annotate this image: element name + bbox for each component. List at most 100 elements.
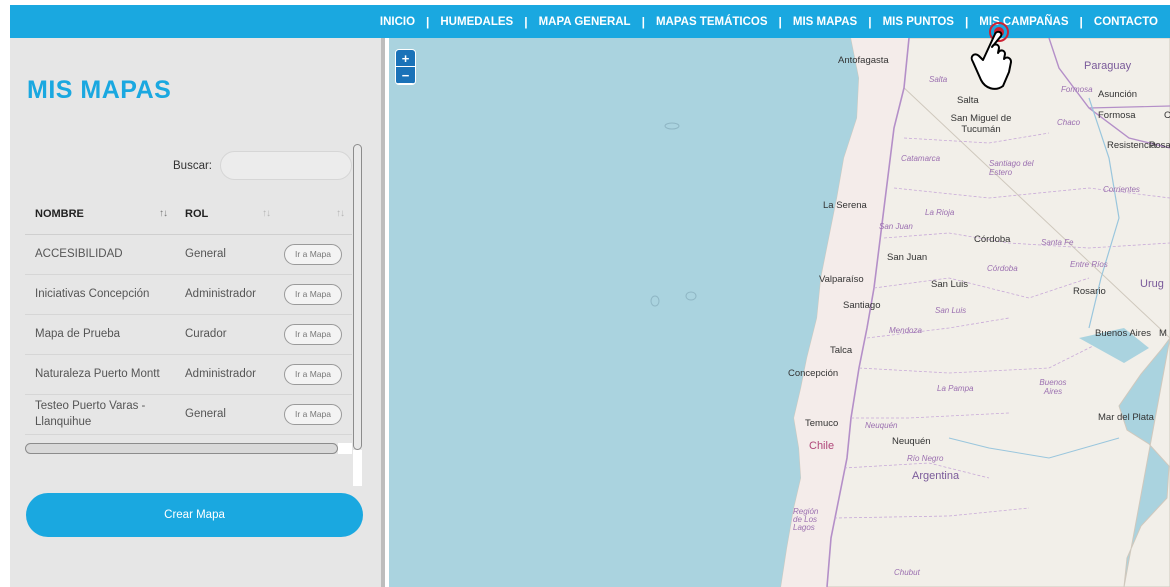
map-label-province: Santa Fe: [1041, 238, 1074, 247]
sort-arrows-icon[interactable]: ↑↓: [159, 208, 168, 219]
vertical-scrollbar[interactable]: [353, 144, 362, 450]
map-basemap: [650, 38, 1170, 587]
map-label-city: San Miguel de Tucumán: [950, 113, 1012, 135]
map-label-city: Mar del Plata: [1098, 412, 1154, 423]
map-label-country: Chile: [809, 440, 835, 452]
table-row: ACCESIBILIDAD General Ir a Mapa: [25, 234, 352, 275]
horizontal-scrollbar[interactable]: [25, 443, 338, 454]
nav-contacto[interactable]: CONTACTO: [1094, 16, 1158, 28]
nav-mapa-general[interactable]: MAPA GENERAL: [539, 16, 631, 28]
nav-separator: |: [524, 14, 528, 29]
map-label-country: Paraguay: [1084, 60, 1132, 72]
go-to-map-button[interactable]: Ir a Mapa: [284, 403, 342, 425]
map-label-city: San Juan: [887, 252, 928, 263]
map-label-city: Concepción: [788, 368, 839, 379]
nav-mis-puntos[interactable]: MIS PUNTOS: [883, 16, 954, 28]
map-role-cell: Administrador: [175, 354, 278, 395]
map-label-city: Valparaíso: [819, 274, 864, 285]
map-view[interactable]: + − Antofagasta Salta Salta Paraguay For…: [389, 38, 1170, 587]
search-row: Buscar:: [10, 151, 353, 181]
column-header-action[interactable]: ↑↓: [278, 195, 352, 235]
map-label-province: La Rioja: [925, 208, 955, 217]
nav-inicio[interactable]: INICIO: [380, 16, 415, 28]
table-row: Mapa de Prueba Curador Ir a Mapa: [25, 314, 352, 355]
column-header-rol[interactable]: ROL ↑↓: [175, 195, 278, 235]
nav-separator: |: [1079, 14, 1083, 29]
map-label-province: San Juan: [879, 222, 913, 231]
page-title: MIS MAPAS: [27, 76, 172, 104]
island: [685, 291, 697, 301]
column-header-label: ROL: [185, 208, 209, 221]
map-label-province: San Luis: [935, 306, 967, 315]
nav-mapas-tematicos[interactable]: MAPAS TEMÁTICOS: [656, 16, 768, 28]
map-role-cell: General: [175, 234, 278, 275]
map-label-province: La Pampa: [937, 384, 974, 393]
go-to-map-button[interactable]: Ir a Mapa: [284, 363, 342, 385]
maps-table-container: NOMBRE ↑↓ ROL ↑↓ ↑↓ ACCESIBILIDAD Genera…: [25, 195, 352, 453]
map-label-country: Argentina: [912, 470, 960, 482]
map-role-cell: General: [175, 394, 278, 435]
hand-pointer-icon: [970, 22, 1012, 90]
map-label-city: Antofagasta: [838, 55, 889, 66]
nav-separator: |: [868, 14, 872, 29]
map-label-city: Temuco: [805, 418, 839, 429]
map-label-province: Chubut: [894, 568, 920, 577]
map-label-city: Talca: [830, 345, 853, 356]
nav-separator: |: [778, 14, 782, 29]
map-name-cell: Testeo Puerto Varas - Llanquihue: [25, 394, 175, 435]
island: [664, 122, 680, 130]
table-header-row: NOMBRE ↑↓ ROL ↑↓ ↑↓: [25, 195, 352, 235]
nav-separator: |: [641, 14, 645, 29]
map-label-city: M: [1159, 328, 1167, 339]
sort-arrows-icon[interactable]: ↑↓: [262, 208, 271, 219]
nav-humedales[interactable]: HUMEDALES: [440, 16, 513, 28]
map-label-province: Catamarca: [901, 154, 941, 163]
sort-arrows-icon[interactable]: ↑↓: [336, 208, 345, 219]
map-label-province: Neuquén: [865, 421, 898, 430]
map-label-province: Formosa: [1061, 85, 1093, 94]
map-label-city: Buenos Aires: [1095, 328, 1151, 339]
map-name-cell: Iniciativas Concepción: [25, 274, 175, 315]
column-header-label: NOMBRE: [35, 208, 84, 221]
map-label-country: Urug: [1140, 278, 1164, 290]
map-name-cell: ACCESIBILIDAD: [25, 234, 175, 275]
nav-separator: |: [426, 14, 430, 29]
map-role-cell: Curador: [175, 314, 278, 355]
go-to-map-button[interactable]: Ir a Mapa: [284, 283, 342, 305]
map-label-city: La Serena: [823, 200, 867, 211]
horizontal-scrollbar-corner: [338, 443, 352, 454]
map-label-province: Río Negro: [907, 454, 944, 463]
map-name-cell: Mapa de Prueba: [25, 314, 175, 355]
zoom-in-button[interactable]: +: [396, 50, 415, 67]
map-role-cell: Administrador: [175, 274, 278, 315]
create-map-button[interactable]: Crear Mapa: [26, 493, 363, 537]
table-row: Iniciativas Concepción Administrador Ir …: [25, 274, 352, 315]
vertical-scrollbar-track: [353, 450, 362, 486]
column-header-nombre[interactable]: NOMBRE ↑↓: [25, 195, 175, 235]
island: [650, 295, 660, 307]
go-to-map-button[interactable]: Ir a Mapa: [284, 243, 342, 265]
nav-mis-mapas[interactable]: MIS MAPAS: [793, 16, 857, 28]
map-label-city: Posad: [1149, 140, 1170, 151]
map-name-cell: Naturaleza Puerto Montt: [25, 354, 175, 395]
map-label-province: Córdoba: [987, 264, 1018, 273]
map-label-province: Buenos Aires: [1039, 378, 1067, 396]
map-label-city: Rosario: [1073, 286, 1106, 297]
map-label-city: Neuquén: [892, 436, 931, 447]
map-label-province: Santiago del Estero: [989, 159, 1034, 177]
search-input[interactable]: [220, 151, 352, 180]
map-label-province: Mendoza: [889, 326, 922, 335]
map-label-province: Corrientes: [1103, 185, 1140, 194]
main-nav: INICIO | HUMEDALES | MAPA GENERAL | MAPA…: [380, 15, 1158, 29]
table-row: Testeo Puerto Varas - Llanquihue General…: [25, 394, 352, 435]
zoom-out-button[interactable]: −: [396, 67, 415, 84]
map-label-province: Salta: [929, 75, 948, 84]
go-to-map-button[interactable]: Ir a Mapa: [284, 323, 342, 345]
maps-table: NOMBRE ↑↓ ROL ↑↓ ↑↓ ACCESIBILIDAD Genera…: [25, 195, 352, 435]
map-label-city: C: [1164, 110, 1170, 121]
search-label: Buscar:: [173, 160, 212, 172]
map-label-city: Asunción: [1098, 89, 1138, 100]
map-label-city: San Luis: [931, 279, 968, 290]
map-label-province: Región de Los Lagos: [793, 507, 819, 532]
map-label-province: Chaco: [1057, 118, 1081, 127]
